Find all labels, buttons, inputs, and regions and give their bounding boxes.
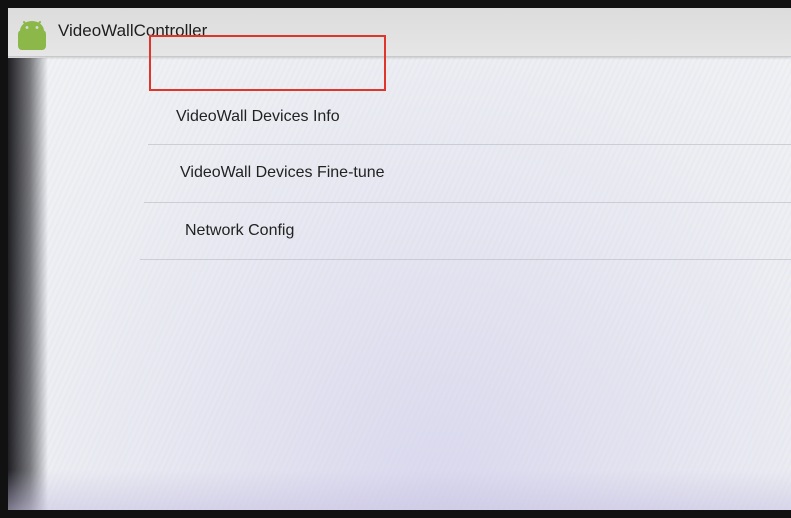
menu-item-label: Network Config <box>185 222 295 239</box>
menu-item-devices-info[interactable]: VideoWall Devices Info <box>148 88 791 145</box>
menu-item-label: VideoWall Devices Fine-tune <box>180 164 385 181</box>
screen-bezel-shadow <box>8 58 48 510</box>
action-bar: VideoWallController <box>8 8 791 57</box>
menu-item-network-config[interactable]: Network Config <box>140 203 791 260</box>
photo-frame: VideoWallController VideoWall Devices In… <box>0 0 791 518</box>
device-screen: VideoWallController VideoWall Devices In… <box>8 8 791 510</box>
menu-item-label: VideoWall Devices Info <box>176 108 340 125</box>
menu-item-devices-fine-tune[interactable]: VideoWall Devices Fine-tune <box>144 146 791 203</box>
android-icon <box>18 21 46 50</box>
moire-glare <box>8 470 791 510</box>
highlight-box <box>149 35 386 91</box>
